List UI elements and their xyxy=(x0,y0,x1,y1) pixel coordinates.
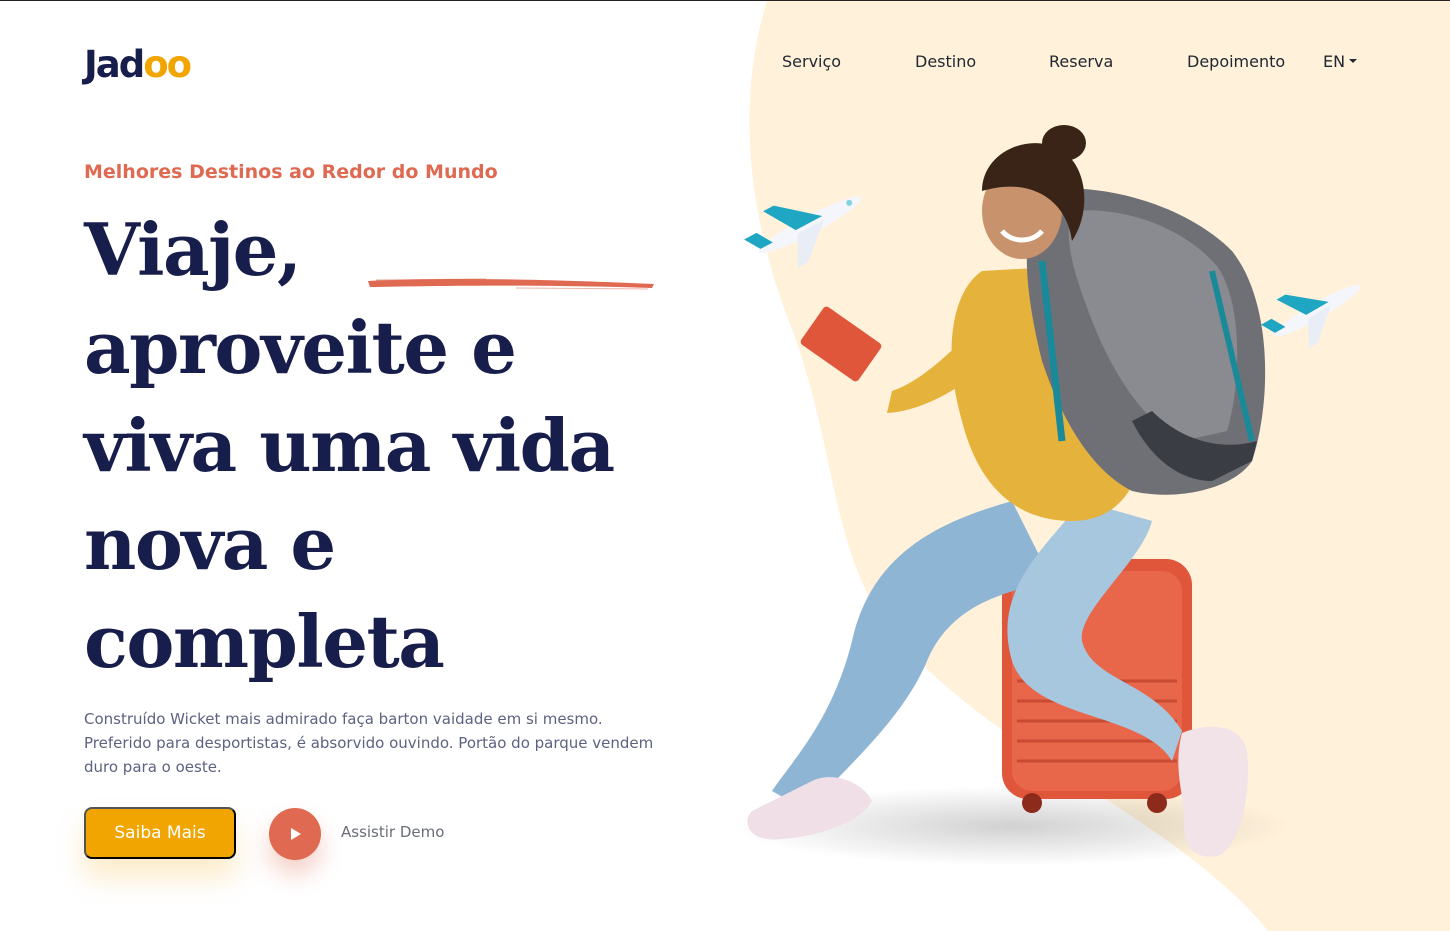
learn-more-button[interactable]: Saiba Mais xyxy=(84,807,236,859)
brush-underline-decoration xyxy=(368,278,654,290)
brand-logo[interactable]: Jadoo xyxy=(84,43,192,86)
airplane-icon xyxy=(1261,284,1362,348)
traveler-illustration xyxy=(732,125,1362,866)
logo-text-accent: oo xyxy=(143,43,192,86)
learn-more-label: Saiba Mais xyxy=(114,823,206,843)
language-label: EN xyxy=(1323,52,1346,71)
language-selector[interactable]: EN xyxy=(1323,52,1358,71)
headline-line: aproveite e xyxy=(84,305,517,390)
nav-item-reserva[interactable]: Reserva xyxy=(1049,52,1113,71)
play-demo-button[interactable] xyxy=(269,808,321,860)
airplane-icon xyxy=(744,196,862,268)
nav-item-destino[interactable]: Destino xyxy=(915,52,976,71)
nav-item-servico[interactable]: Serviço xyxy=(782,52,841,71)
nav-item-depoimento[interactable]: Depoimento xyxy=(1187,52,1285,71)
play-icon xyxy=(291,828,301,840)
headline-line: nova e xyxy=(84,501,336,586)
logo-text-primary: Jad xyxy=(84,43,145,86)
hero-description: Construído Wicket mais admirado faça bar… xyxy=(84,710,654,776)
watch-demo-link[interactable]: Assistir Demo xyxy=(341,823,444,841)
main-nav: Serviço Destino Reserva Depoimento EN xyxy=(782,52,1382,74)
headline-line: viva uma vida xyxy=(84,403,615,488)
hero-subheading: Melhores Destinos ao Redor do Mundo xyxy=(84,161,498,183)
headline-line: completa xyxy=(84,599,445,684)
chevron-down-icon xyxy=(1349,59,1358,63)
